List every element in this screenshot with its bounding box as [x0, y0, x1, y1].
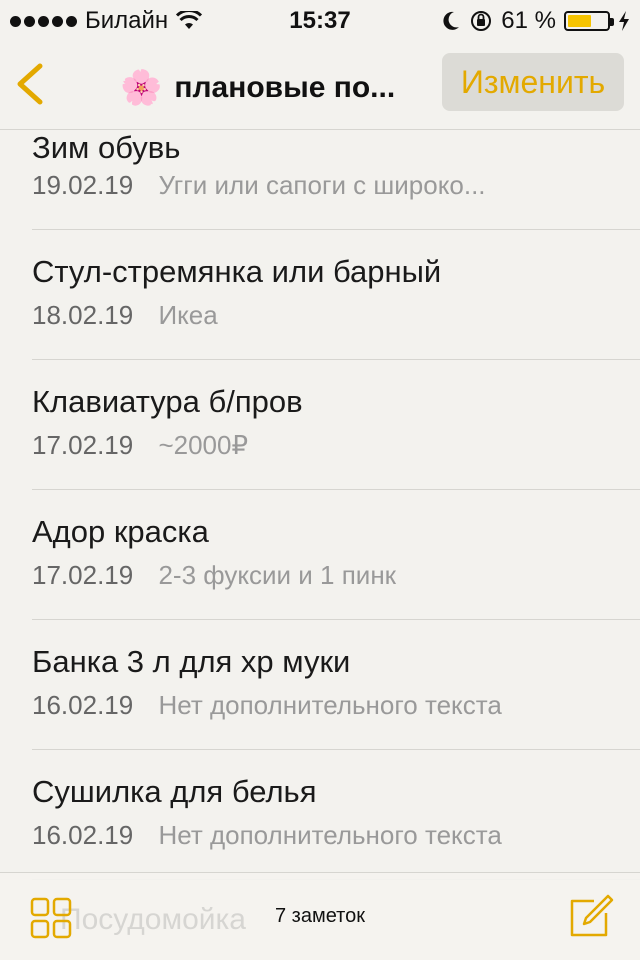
folder-title-text: плановые по...	[174, 71, 396, 104]
compose-icon[interactable]	[568, 893, 614, 939]
note-meta: 16.02.19 Нет дополнительного текста	[32, 820, 502, 851]
note-item[interactable]: Адор краска 17.02.19 2-3 фуксии и 1 пинк	[32, 490, 640, 620]
note-title: Сушилка для белья	[32, 774, 317, 809]
notes-count: 7 заметок	[275, 905, 365, 927]
note-date: 17.02.19	[32, 430, 134, 460]
note-meta: 16.02.19 Нет дополнительного текста	[32, 690, 502, 721]
note-item[interactable]: Зим обувь 19.02.19 Угги или сапоги с шир…	[32, 130, 640, 230]
orientation-lock-icon	[471, 11, 492, 31]
note-item[interactable]: Банка 3 л для хр муки 16.02.19 Нет допол…	[32, 620, 640, 750]
battery-percent: 61 %	[501, 7, 556, 34]
moon-icon	[443, 11, 460, 30]
note-preview: Угги или сапоги с широко...	[158, 170, 486, 200]
notes-screen: Билайн 15:37 61 % 🌸 плановые по... Измен…	[0, 0, 640, 960]
note-date: 16.02.19	[32, 820, 134, 850]
note-title: Зим обувь	[32, 130, 181, 165]
cherry-blossom-icon: 🌸	[120, 69, 163, 107]
note-title: Клавиатура б/пров	[32, 384, 303, 419]
battery-fill	[568, 15, 591, 27]
note-preview: Нет дополнительного текста	[158, 820, 502, 850]
back-chevron-icon[interactable]	[14, 62, 46, 106]
status-bar: Билайн 15:37 61 %	[0, 0, 640, 40]
note-date: 18.02.19	[32, 300, 134, 330]
note-meta: 18.02.19 Икеа	[32, 300, 218, 331]
bottom-toolbar: Посудомойка 7 заметок	[0, 872, 640, 960]
edit-button[interactable]: Изменить	[442, 53, 624, 111]
note-meta: 19.02.19 Угги или сапоги с широко...	[32, 170, 486, 201]
status-right: 61 %	[441, 7, 630, 35]
notes-list: Зим обувь 19.02.19 Угги или сапоги с шир…	[0, 130, 640, 880]
note-meta: 17.02.19 ~2000₽	[32, 430, 248, 461]
note-item[interactable]: Клавиатура б/пров 17.02.19 ~2000₽	[32, 360, 640, 490]
charging-bolt-icon	[619, 11, 629, 31]
folder-title: 🌸 плановые по...	[120, 68, 395, 108]
note-preview: Икеа	[158, 300, 218, 330]
note-preview: ~2000₽	[158, 430, 249, 460]
note-preview: Нет дополнительного текста	[158, 690, 502, 720]
note-date: 19.02.19	[32, 170, 134, 200]
navigation-bar: 🌸 плановые по... Изменить	[0, 40, 640, 130]
note-preview: 2-3 фуксии и 1 пинк	[158, 560, 397, 590]
note-item[interactable]: Стул-стремянка или барный 18.02.19 Икеа	[32, 230, 640, 360]
note-date: 17.02.19	[32, 560, 134, 590]
note-title: Стул-стремянка или барный	[32, 254, 442, 289]
note-meta: 17.02.19 2-3 фуксии и 1 пинк	[32, 560, 396, 591]
battery-icon	[564, 11, 614, 31]
note-title: Банка 3 л для хр муки	[32, 644, 351, 679]
note-title: Адор краска	[32, 514, 209, 549]
note-item[interactable]: Сушилка для белья 16.02.19 Нет дополните…	[32, 750, 640, 880]
note-date: 16.02.19	[32, 690, 134, 720]
